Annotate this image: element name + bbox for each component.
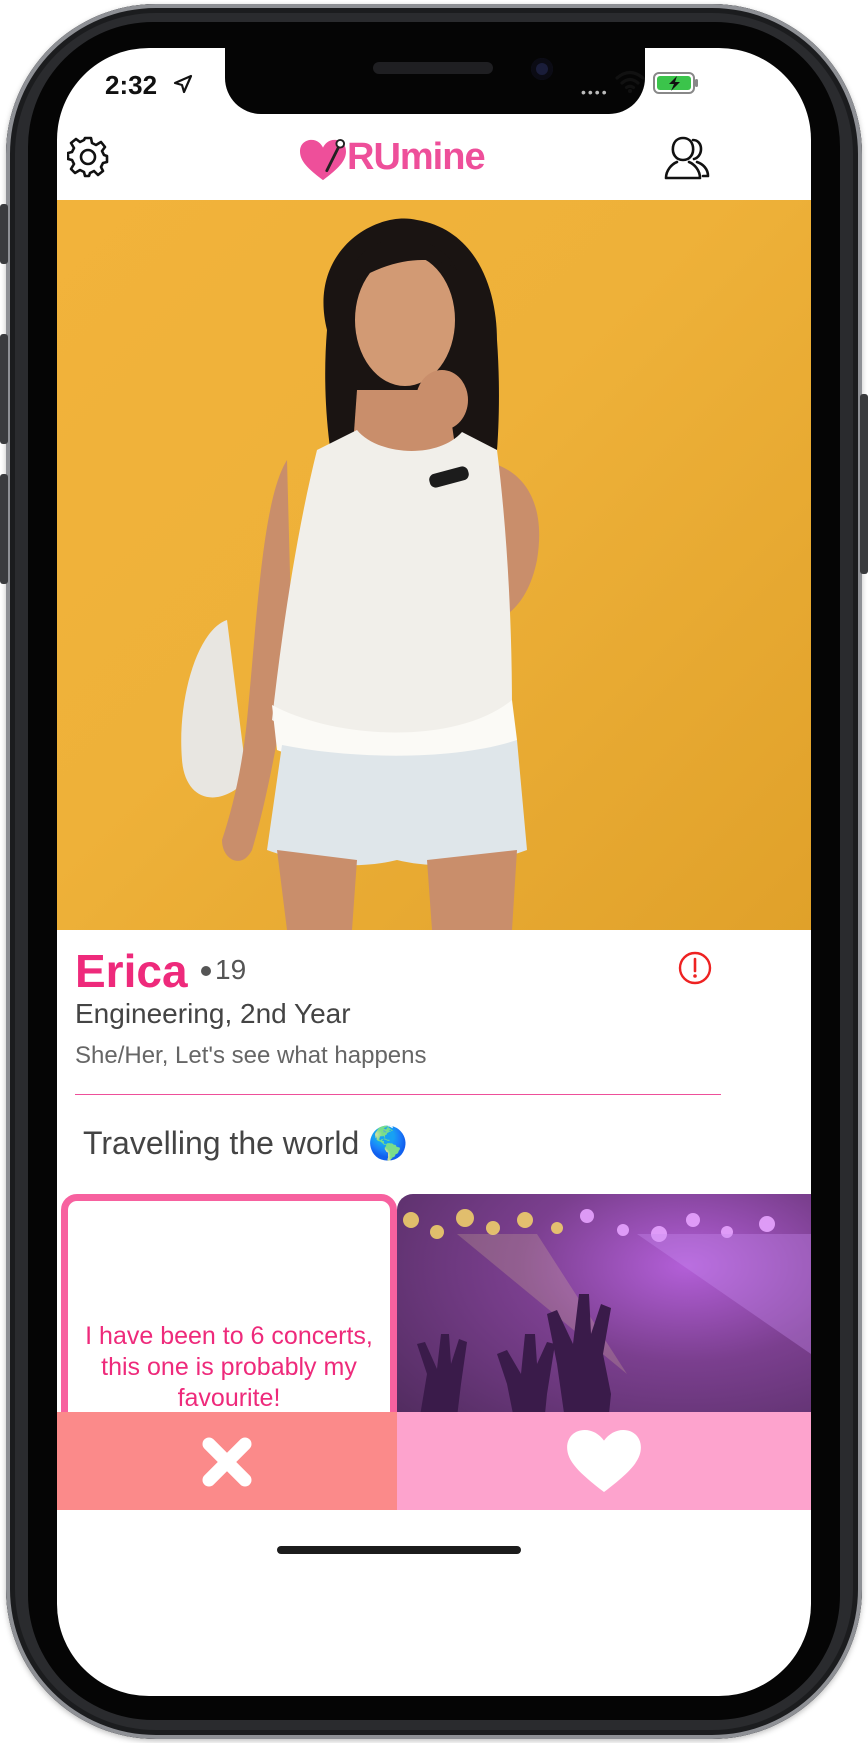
status-time: 2:32 xyxy=(105,70,158,100)
concert-photo-card[interactable] xyxy=(397,1194,811,1434)
location-arrow-icon xyxy=(173,74,193,94)
divider xyxy=(75,1094,721,1095)
home-indicator[interactable] xyxy=(277,1546,521,1554)
separator-dot xyxy=(201,966,211,976)
concert-photo xyxy=(403,1209,811,1434)
profile-name: Erica xyxy=(75,945,188,997)
profile-age: 19 xyxy=(215,954,247,985)
text-card[interactable]: I have been to 6 concerts, this one is p… xyxy=(61,1194,397,1448)
profile-program: Engineering, 2nd Year xyxy=(75,998,351,1029)
phone-screen: 2:32 •••• RUmine Erica 19 Engineering, 2… xyxy=(57,48,811,1696)
text-card-body: I have been to 6 concerts, this one is p… xyxy=(85,1322,373,1412)
heart-pin-icon xyxy=(300,138,346,181)
profile-photo[interactable] xyxy=(57,200,811,930)
user-profile-icon[interactable] xyxy=(663,134,711,182)
battery-charging-icon xyxy=(653,72,698,94)
volume-down-button xyxy=(0,474,8,584)
heart-icon xyxy=(567,1429,641,1493)
close-icon xyxy=(202,1437,252,1487)
report-alert-icon[interactable] xyxy=(677,950,713,986)
mute-switch xyxy=(0,204,8,264)
logo-text: RUmine xyxy=(347,136,486,178)
volume-up-button xyxy=(0,334,8,444)
profile-details: She/Her, Let's see what happens xyxy=(75,1042,427,1069)
app-logo: RUmine xyxy=(297,136,497,184)
profile-prompt: Travelling the world 🌎 xyxy=(83,1125,408,1161)
notch xyxy=(225,48,645,114)
speaker xyxy=(373,62,493,74)
side-button xyxy=(860,394,868,574)
wifi-icon xyxy=(615,70,645,93)
signal-dots: •••• xyxy=(581,84,609,100)
profile-photo-illustration xyxy=(181,218,540,930)
like-button[interactable] xyxy=(397,1412,811,1510)
settings-gear-icon[interactable] xyxy=(67,136,109,178)
front-camera xyxy=(531,58,553,80)
pass-button[interactable] xyxy=(57,1412,397,1510)
